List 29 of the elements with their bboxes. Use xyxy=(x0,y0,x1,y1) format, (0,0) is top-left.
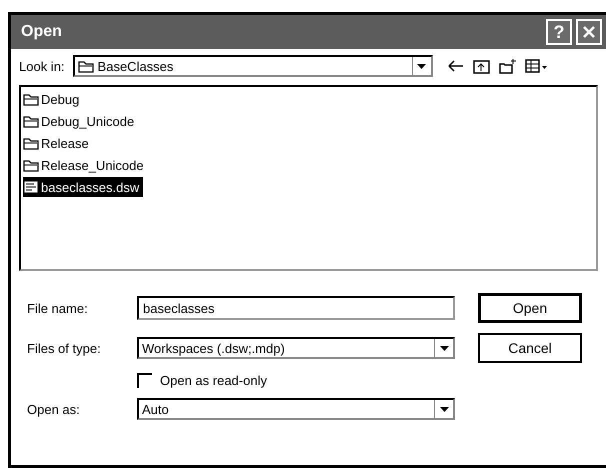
file-item[interactable]: Release_Unicode xyxy=(23,155,148,175)
help-button[interactable]: ? xyxy=(546,19,572,45)
caret-icon xyxy=(417,64,426,68)
view-menu-icon[interactable] xyxy=(524,58,549,74)
read-only-label: Open as read-only xyxy=(160,373,267,388)
open-as-dropdown[interactable]: Auto xyxy=(137,398,455,420)
caret-icon xyxy=(440,346,448,350)
back-arrow-icon[interactable] xyxy=(446,58,465,74)
look-in-dropdown[interactable]: BaseClasses xyxy=(72,55,433,77)
cancel-button[interactable]: Cancel xyxy=(478,333,582,363)
up-folder-icon[interactable] xyxy=(472,58,491,74)
file-item[interactable]: Release xyxy=(23,133,93,153)
file-name-label: File name: xyxy=(27,300,89,316)
file-item[interactable]: Debug_Unicode xyxy=(23,111,138,131)
read-only-checkbox[interactable] xyxy=(137,373,152,388)
open-as-label: Open as: xyxy=(27,402,81,416)
files-of-type-dropdown[interactable]: Workspaces (.dsw;.mdp) xyxy=(137,337,455,359)
caret-icon xyxy=(440,406,448,412)
file-item[interactable]: Debug xyxy=(23,89,84,109)
window-title: Open xyxy=(21,23,63,41)
open-button[interactable]: Open xyxy=(478,293,582,323)
close-icon xyxy=(582,25,596,39)
workspace-icon xyxy=(23,179,39,195)
file-name-field[interactable]: baseclasses xyxy=(137,296,455,320)
new-folder-icon[interactable] xyxy=(498,58,517,74)
close-button[interactable] xyxy=(576,19,602,45)
files-of-type-label: Files of type: xyxy=(27,340,102,356)
look-in-label: Look in: xyxy=(19,58,65,74)
file-item[interactable]: baseclasses.dsw xyxy=(23,177,144,197)
